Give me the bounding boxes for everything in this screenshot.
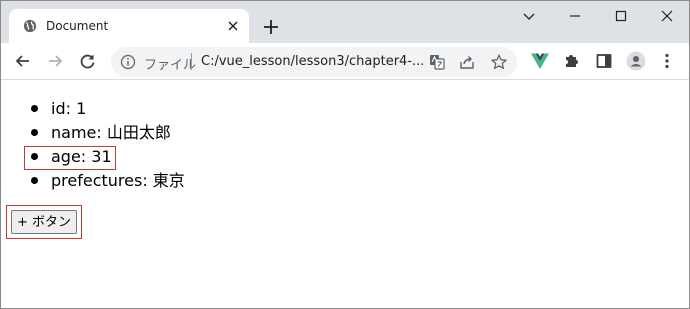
star-icon[interactable] [490, 53, 508, 71]
new-tab-plus-icon[interactable] [261, 17, 281, 37]
list-item-name: name: 山田太郎 [24, 122, 185, 146]
scheme-label: ファイル [144, 58, 197, 73]
address-bar[interactable]: ファイル C:/vue_lesson/lesson3/chapter4-... [111, 47, 517, 77]
url-text[interactable]: C:/vue_lesson/lesson3/chapter4-... [201, 54, 424, 69]
translate-icon[interactable] [428, 53, 446, 71]
browser-window: Document ファイル C:/vue_lesson/lesson3/chap… [0, 0, 690, 309]
side-panel-icon[interactable] [594, 51, 614, 71]
more-menu-icon[interactable] [657, 51, 677, 71]
tab-title: Document [46, 19, 109, 33]
tab-document[interactable]: Document [9, 9, 249, 43]
info-icon[interactable] [120, 54, 136, 70]
window-close-icon[interactable] [658, 7, 676, 25]
list-item-id: id: 1 [24, 98, 185, 122]
browser-toolbar: ファイル C:/vue_lesson/lesson3/chapter4-... [1, 43, 689, 80]
back-arrow-icon[interactable] [13, 51, 33, 71]
maximize-icon[interactable] [612, 7, 630, 25]
list-item-age: age: 31 [24, 146, 185, 170]
page-content: id: 1 name: 山田太郎 age: 31 prefectures: 東京… [1, 81, 689, 308]
property-list: id: 1 name: 山田太郎 age: 31 prefectures: 東京 [24, 98, 185, 194]
chevron-down-icon[interactable] [520, 7, 538, 25]
forward-arrow-icon[interactable] [45, 51, 65, 71]
reload-icon[interactable] [78, 51, 98, 71]
button-highlight-box: + ボタン [6, 205, 82, 239]
share-icon[interactable] [458, 53, 476, 71]
profile-icon[interactable] [626, 51, 646, 71]
add-button[interactable]: + ボタン [11, 210, 77, 234]
list-item-prefectures: prefectures: 東京 [24, 170, 185, 194]
address-separator [191, 53, 192, 70]
vue-icon[interactable] [530, 51, 550, 71]
puzzle-icon[interactable] [562, 51, 582, 71]
close-icon[interactable] [225, 18, 241, 34]
globe-icon [23, 19, 37, 33]
tab-strip: Document [1, 1, 689, 43]
minimize-icon[interactable] [566, 7, 584, 25]
